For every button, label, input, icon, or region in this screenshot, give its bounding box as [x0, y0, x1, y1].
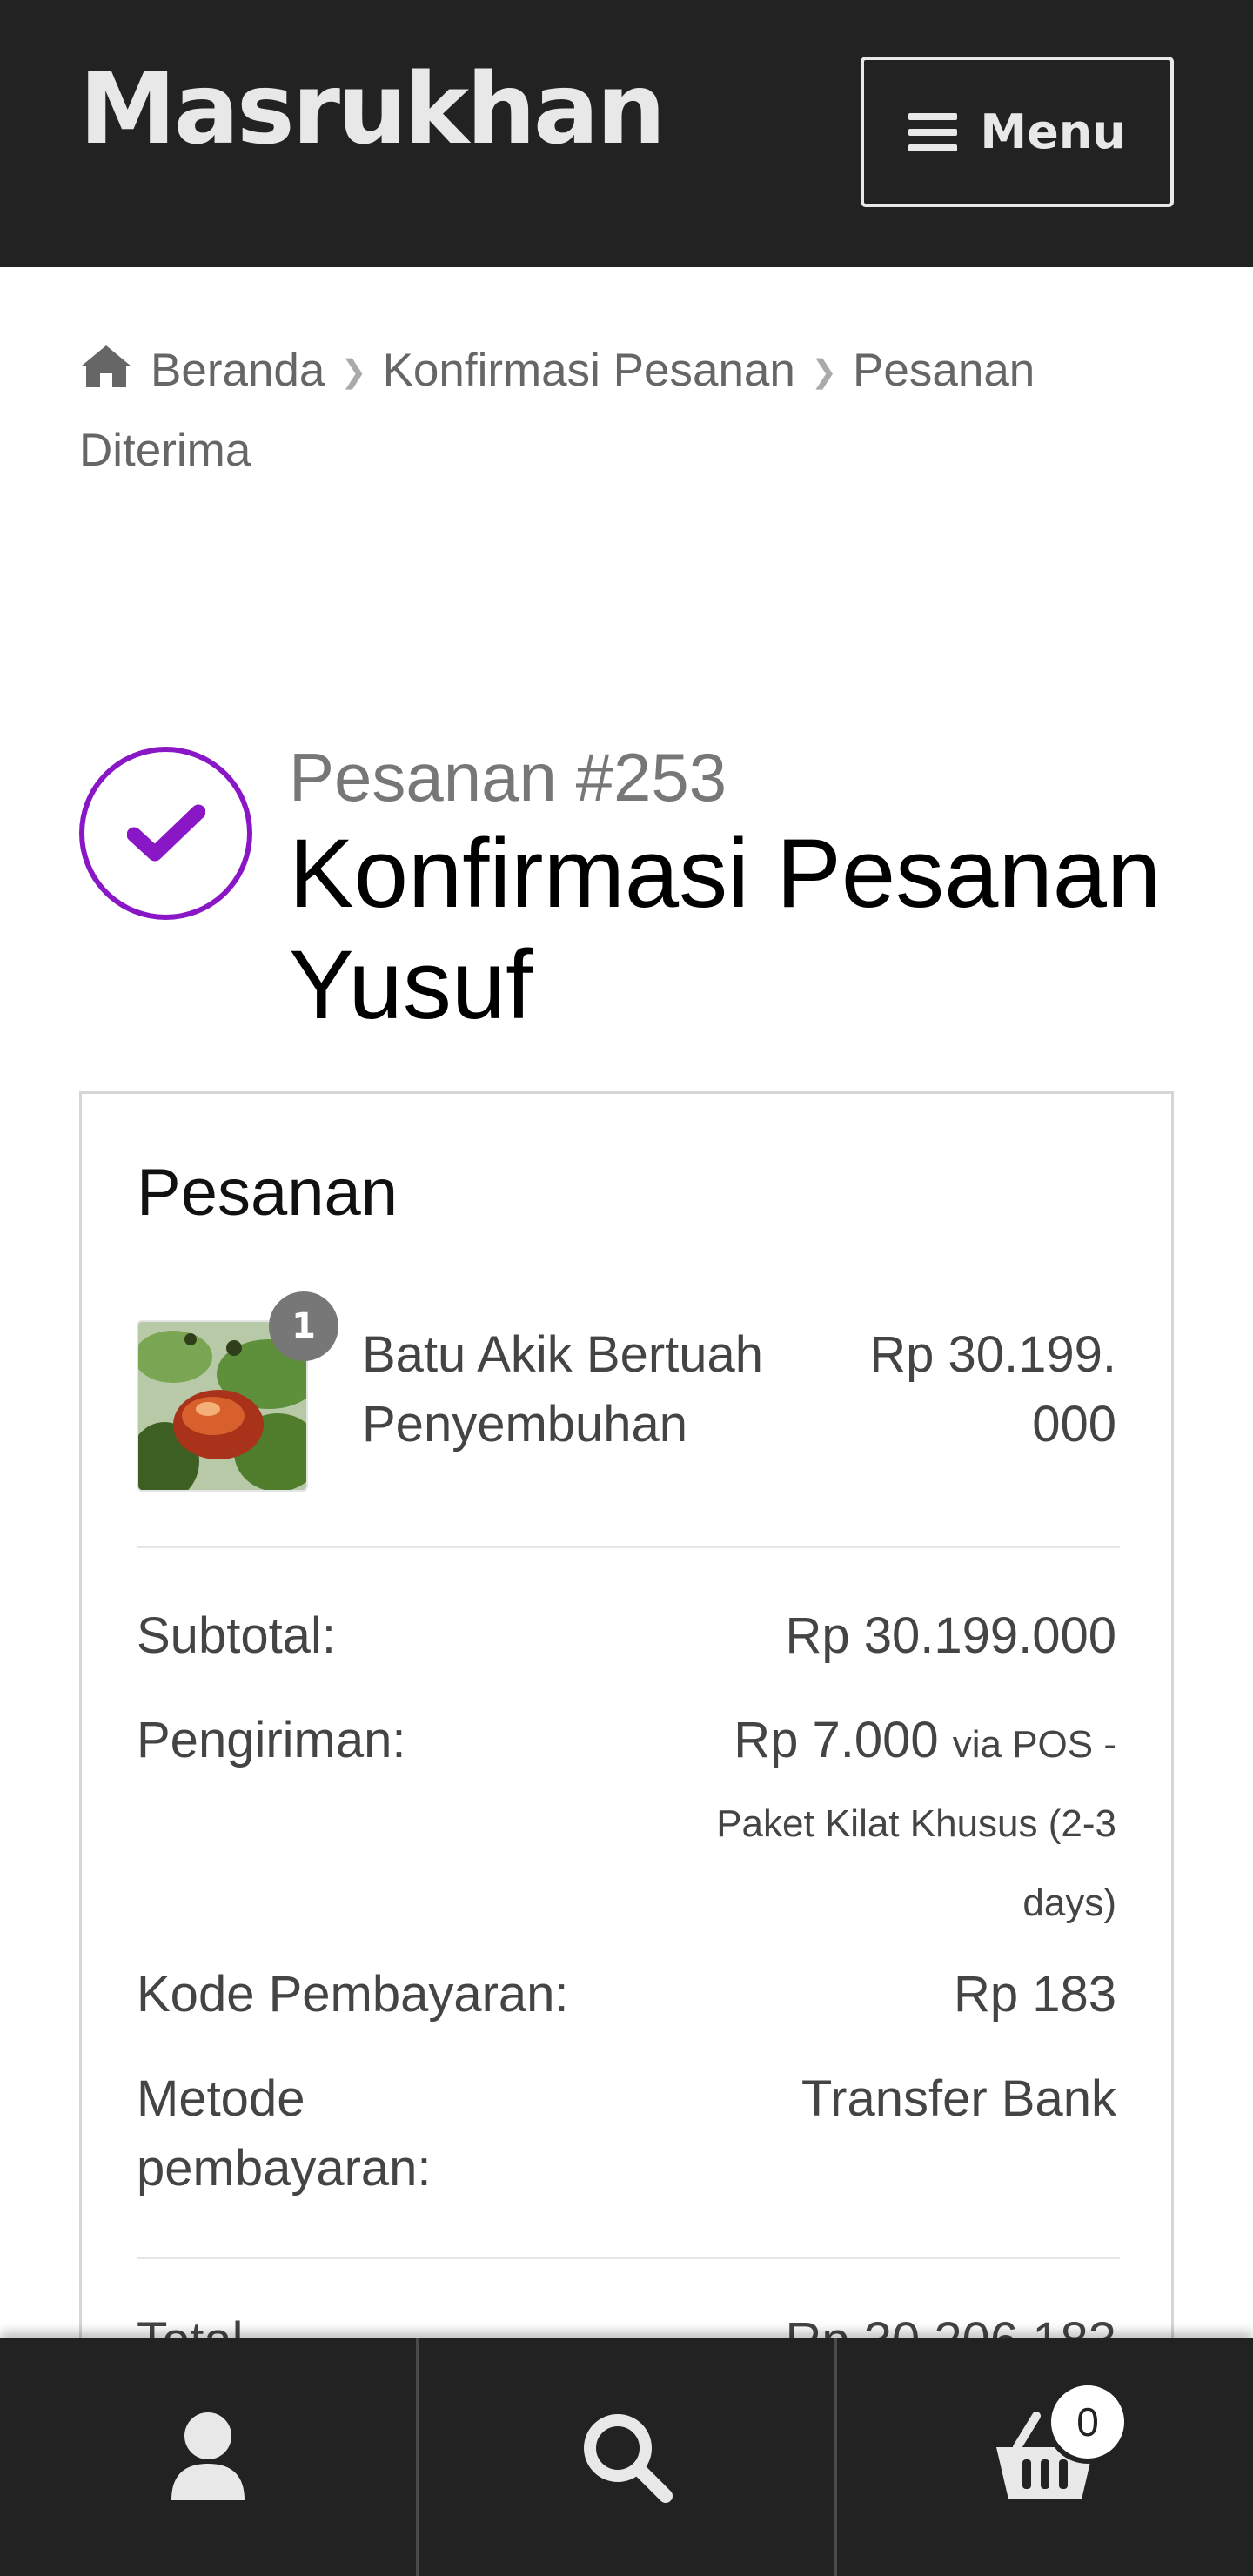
- payment-method-value: Transfer Bank: [801, 2070, 1116, 2127]
- shipping-value: Rp 7.000: [734, 1712, 939, 1768]
- cart-tab[interactable]: [834, 2338, 1253, 2576]
- site-header: Masrukhan Menu: [0, 0, 1253, 267]
- payment-method-label: Metode pembayaran:: [137, 2070, 432, 2197]
- quantity-badge: 1: [269, 1291, 338, 1361]
- breadcrumb: Beranda ❯ Konfirmasi Pesanan ❯ Pesanan Diter…: [79, 331, 1193, 490]
- shipping-label: Pengiriman:: [137, 1712, 406, 1768]
- order-number: Pesanan #253: [289, 739, 727, 815]
- search-tab[interactable]: [416, 2338, 834, 2576]
- menu-button[interactable]: Menu: [861, 57, 1174, 207]
- subtotal-label: Subtotal:: [137, 1607, 336, 1664]
- shipping-value-block: Rp 7.000 via POS - Paket Kilat Khusus (2…: [629, 1703, 1116, 1941]
- order-success-icon: [79, 747, 252, 920]
- home-icon: [81, 345, 131, 387]
- subtotal-value: Rp 30.199.000: [785, 1607, 1116, 1664]
- checkmark-icon: [126, 804, 205, 861]
- page-title: Konfirmasi Pesanan Yusuf: [289, 819, 1162, 1039]
- search-icon: [584, 2414, 673, 2503]
- hamburger-icon: [908, 112, 958, 151]
- order-summary: Pesanan 1 Batu Akik Bertuah Penyembuhan …: [79, 1091, 1174, 2397]
- menu-button-label: Menu: [980, 104, 1126, 159]
- account-icon: [171, 2412, 245, 2500]
- cart-count-badge: 0: [1046, 2380, 1129, 2464]
- payment-code-label: Kode Pembayaran:: [137, 1966, 569, 2023]
- divider: [137, 1546, 1120, 1548]
- breadcrumb-home-link[interactable]: Beranda: [151, 345, 325, 396]
- payment-code-value: Rp 183: [953, 1966, 1116, 2023]
- product-price: Rp 30.199.000: [869, 1326, 1116, 1452]
- breadcrumb-confirm-link[interactable]: Konfirmasi Pesanan: [383, 345, 795, 396]
- account-tab[interactable]: [0, 2338, 416, 2576]
- site-title[interactable]: Masrukhan: [79, 61, 666, 158]
- order-summary-heading: Pesanan: [137, 1156, 399, 1230]
- breadcrumb-separator-icon: ❯: [810, 353, 838, 389]
- breadcrumb-separator-icon: ❯: [340, 353, 367, 389]
- divider: [137, 2257, 1120, 2259]
- product-name[interactable]: Batu Akik Bertuah Penyembuhan: [362, 1320, 849, 1459]
